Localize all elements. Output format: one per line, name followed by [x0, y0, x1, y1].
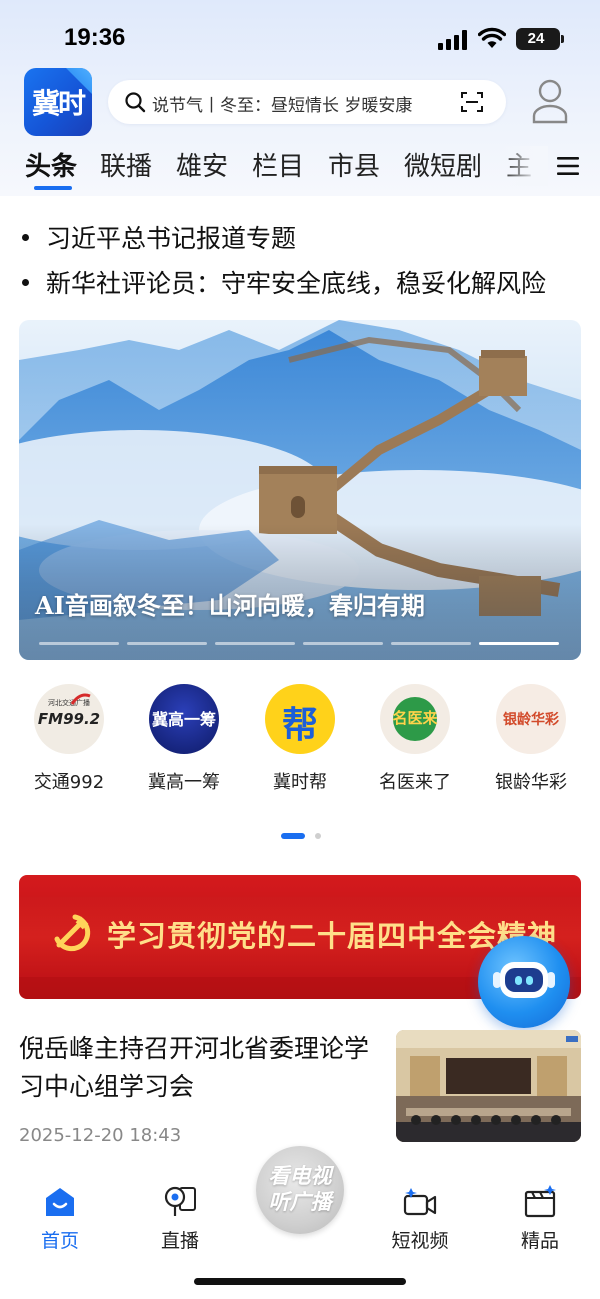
news-title: 倪岳峰主持召开河北省委理论学习中心组学习会 [19, 1034, 370, 1101]
search-icon [125, 92, 146, 113]
theme-banner-text: 学习贯彻党的二十届四中全会精神 [107, 919, 558, 953]
carousel-dot [215, 642, 295, 645]
banner-title: AI音画叙冬至！山河向暖，春归有期 [35, 591, 425, 620]
carousel-dots [39, 642, 561, 646]
tab-headlines[interactable]: 头条 [25, 146, 77, 183]
wifi-icon [478, 27, 506, 48]
headline-text: 新华社评论员：守牢安全底线，稳妥化解风险 [46, 269, 547, 298]
service-jishi-bang[interactable]: 帮 冀时帮 [250, 684, 350, 794]
ai-assistant-button[interactable] [478, 936, 570, 1028]
bullet [22, 278, 29, 286]
nav-label: 精品 [520, 1230, 559, 1252]
nav-home[interactable]: 首页 [20, 1184, 100, 1254]
service-label: 冀时帮 [273, 772, 327, 793]
menu-icon[interactable] [557, 156, 579, 176]
robot-screen [505, 968, 543, 992]
tab-micro-drama[interactable]: 微短剧 [404, 146, 482, 183]
meeting-photo [396, 1030, 581, 1142]
services-page-indicator-active [281, 833, 305, 839]
bullet [22, 233, 29, 241]
search-bar[interactable]: 说节气丨冬至：昼短情长 岁暖安康 [108, 80, 506, 124]
active-tab-indicator [34, 186, 72, 190]
tab-cities[interactable]: 市县 [328, 146, 380, 183]
carousel-dot [39, 642, 119, 645]
live-icon [164, 1186, 196, 1216]
battery-icon: 24 [516, 28, 564, 50]
wave-icon [70, 693, 91, 705]
premium-icon [524, 1185, 556, 1218]
search-placeholder: 说节气丨冬至：昼短情长 岁暖安康 [152, 96, 413, 116]
service-label: 交通992 [33, 772, 105, 793]
tab-programs[interactable]: 栏目 [252, 146, 304, 183]
status-time: 19:36 [64, 24, 126, 51]
nav-short-video[interactable]: 短视频 [380, 1184, 460, 1254]
robot-ear [547, 972, 555, 988]
robot-eye [526, 976, 533, 985]
service-famous-doctor[interactable]: 名医来 名医来了 [365, 684, 465, 794]
headline-link[interactable]: 新华社评论员：守牢安全底线，稳妥化解风险 [22, 264, 546, 300]
tv-radio-line2: 听广播 [268, 1190, 332, 1214]
traffic-992-logo: 河北交通广播 FM99.2 [34, 684, 104, 754]
traffic-992-logo-text: FM99.2 [37, 710, 101, 728]
silver-age-logo-text: 银龄华彩 [503, 712, 559, 728]
tv-radio-button[interactable]: 看电视 听广播 [256, 1146, 344, 1234]
service-label: 名医来了 [379, 772, 451, 793]
jigao-yichou-logo-text: 冀高一筹 [151, 710, 216, 729]
nav-label: 短视频 [391, 1230, 449, 1252]
tab-broadcast[interactable]: 联播 [100, 146, 152, 183]
traffic-992-logo-sub: 河北交通广播 [48, 699, 90, 707]
famous-doctor-logo: 名医来 [380, 684, 450, 754]
robot-icon [500, 962, 548, 998]
home-icon [46, 1188, 74, 1216]
cellular-signal-icon [438, 30, 467, 50]
silver-age-logo: 银龄华彩 [496, 684, 566, 754]
battery-cap [561, 35, 564, 43]
service-traffic-992[interactable]: 河北交通广播 FM99.2 交通992 [19, 684, 119, 794]
jishi-bang-logo: 帮 [265, 684, 335, 754]
nav-label: 首页 [40, 1230, 79, 1252]
app-logo-text: 冀时 [31, 87, 86, 120]
status-bar: 19:36 24 [0, 0, 600, 70]
nav-label: 直播 [160, 1230, 199, 1252]
service-label: 银龄华彩 [495, 772, 567, 793]
service-label: 冀高一筹 [148, 772, 220, 793]
service-jigao-yichou[interactable]: 冀高一筹 冀高一筹 [134, 684, 234, 794]
tab-xiongan[interactable]: 雄安 [176, 146, 228, 183]
party-emblem-icon [54, 914, 91, 952]
battery-level: 24 [527, 30, 545, 47]
carousel-dot [391, 642, 471, 645]
channel-tabs: 头条 联播 雄安 栏目 市县 微短剧 主 [0, 146, 600, 190]
news-date: 2025-12-20 18:43 [19, 1125, 182, 1146]
news-thumbnail [396, 1030, 581, 1142]
robot-eye [515, 976, 522, 985]
service-silver-age[interactable]: 银龄华彩 银龄华彩 [481, 684, 581, 794]
short-video-icon [403, 1188, 437, 1216]
hero-carousel[interactable]: AI音画叙冬至！山河向暖，春归有期 [19, 320, 581, 660]
carousel-dot-active [479, 642, 559, 645]
home-indicator [194, 1278, 406, 1285]
famous-doctor-logo-text: 名医来 [392, 709, 438, 727]
user-icon[interactable] [530, 78, 570, 124]
carousel-dot [303, 642, 383, 645]
nav-live[interactable]: 直播 [140, 1184, 220, 1254]
headline-link[interactable]: 习近平总书记报道专题 [22, 219, 296, 255]
app-logo[interactable]: 冀时 [24, 68, 92, 136]
jishi-bang-logo-text: 帮 [281, 705, 318, 746]
scan-icon[interactable] [460, 90, 484, 114]
headline-text: 习近平总书记报道专题 [46, 224, 297, 253]
services-page-indicator [315, 833, 321, 839]
jigao-yichou-logo: 冀高一筹 [149, 684, 219, 754]
nav-premium[interactable]: 精品 [500, 1184, 580, 1254]
tab-fade [500, 146, 548, 186]
carousel-dot [127, 642, 207, 645]
